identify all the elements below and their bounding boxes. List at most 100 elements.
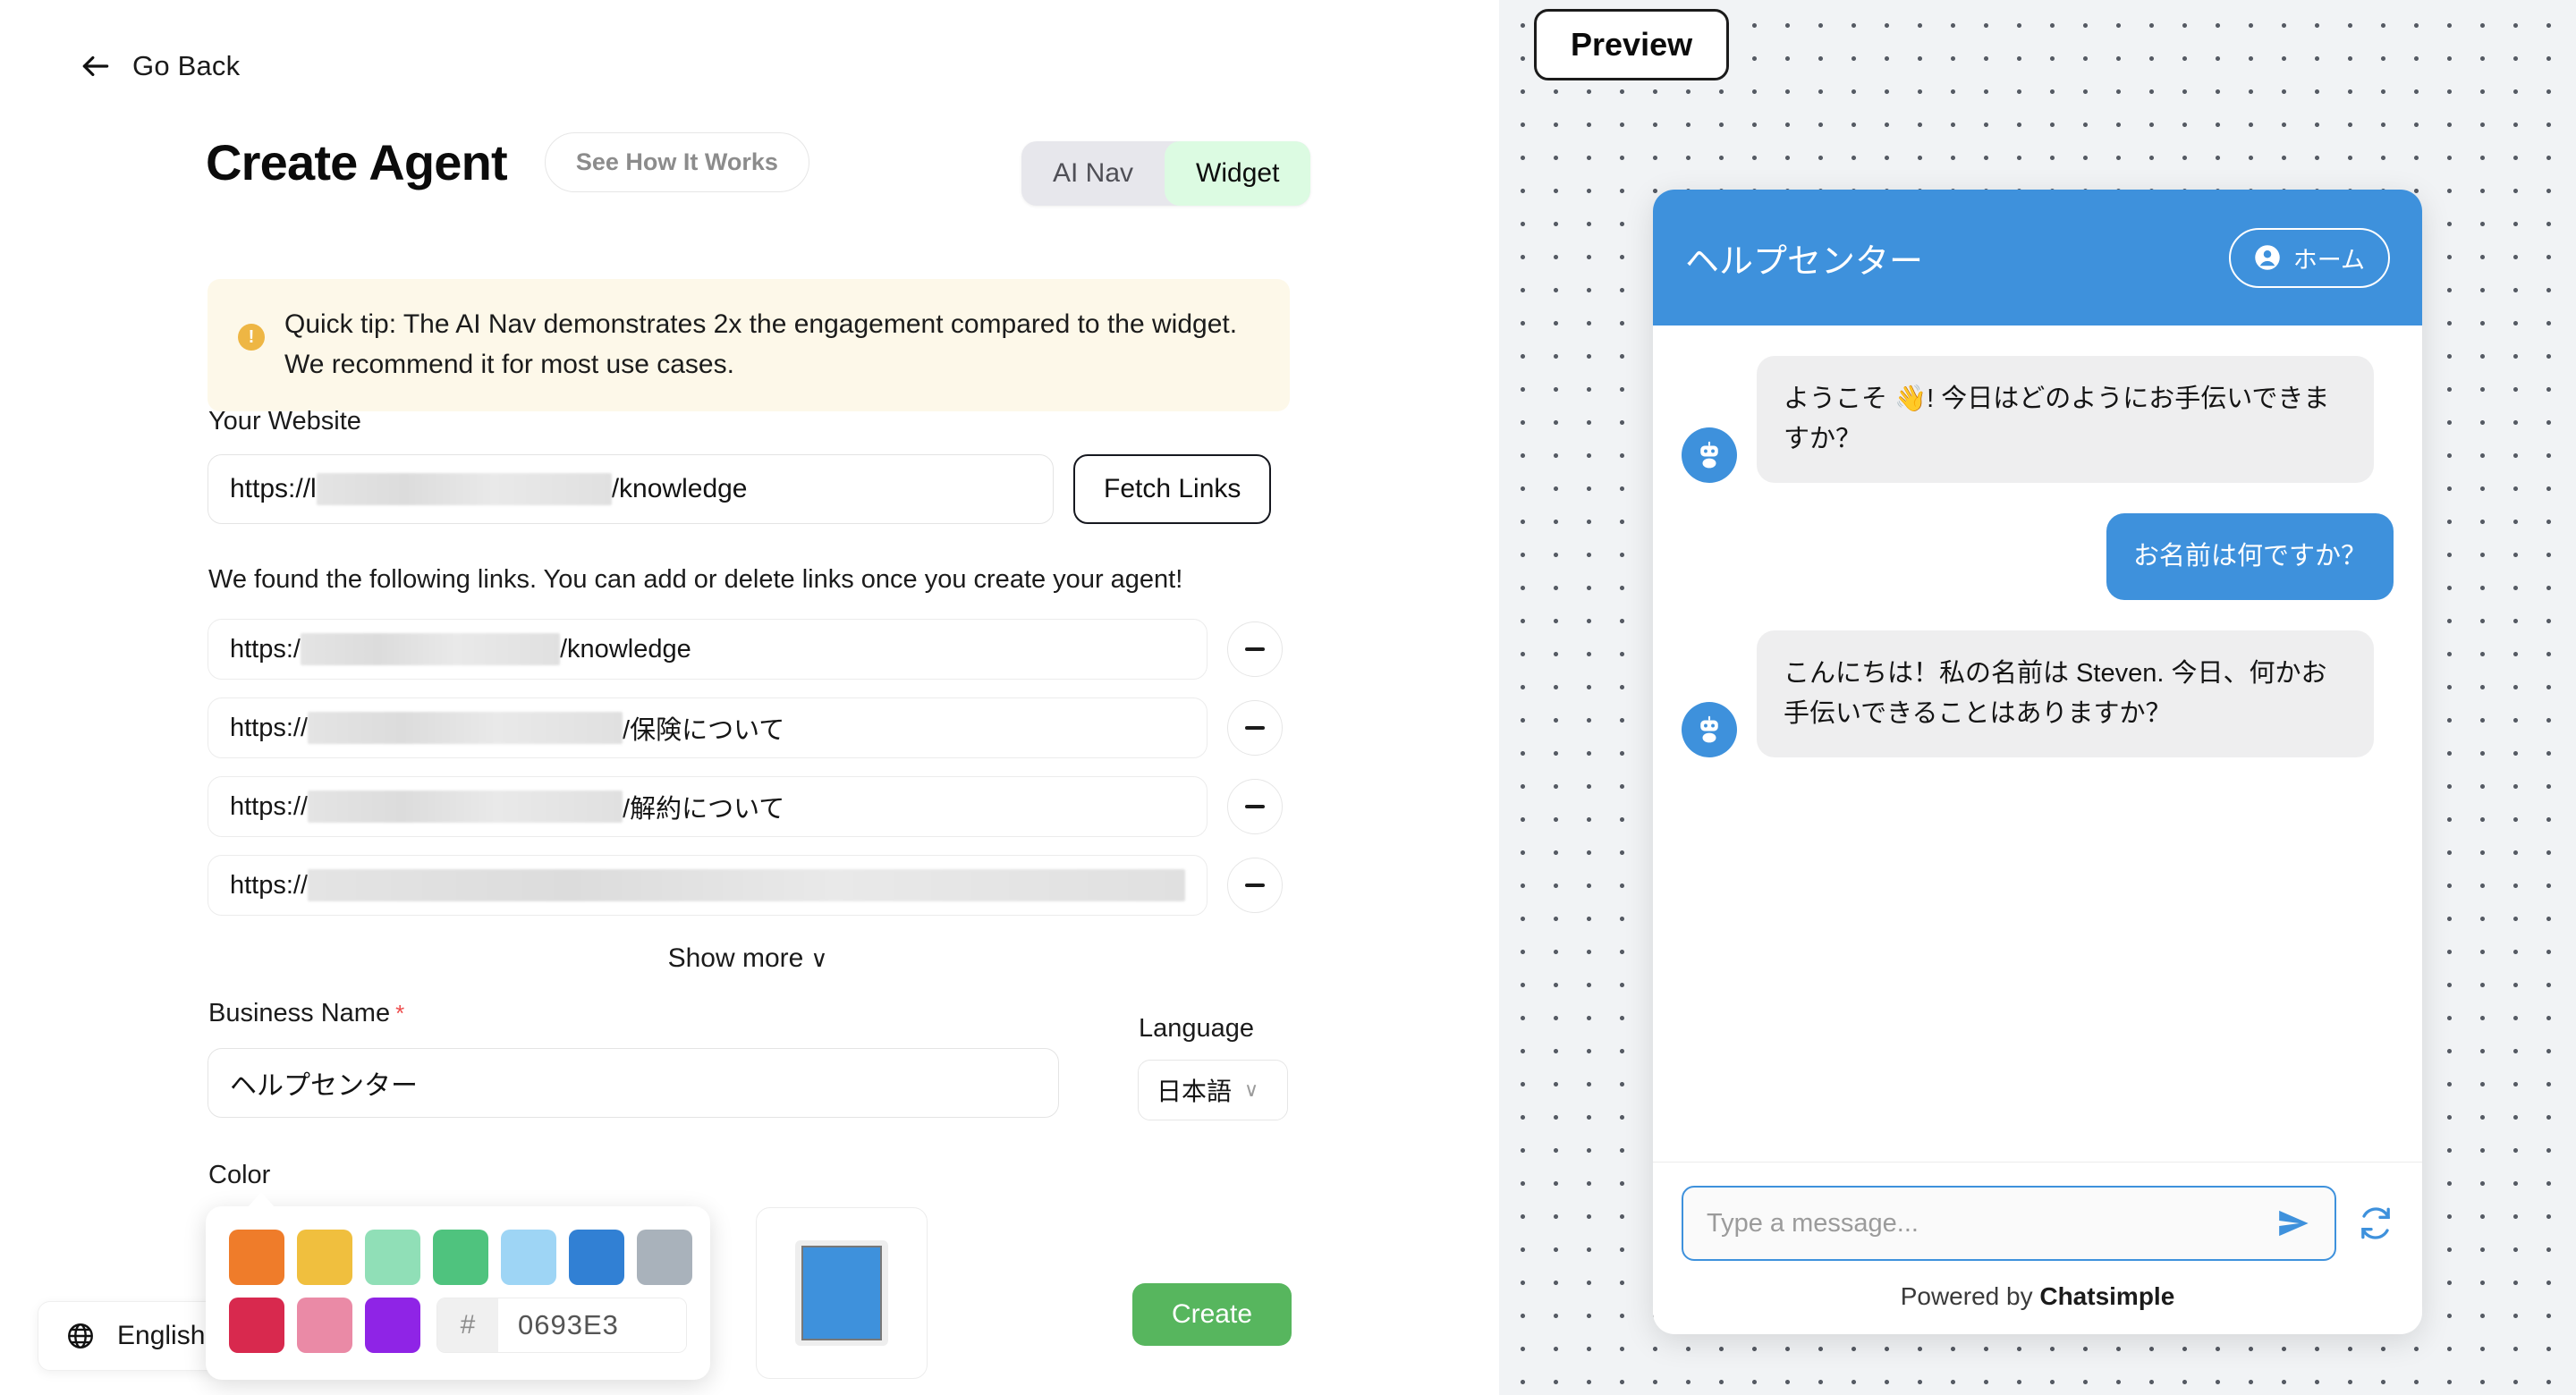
chevron-down-icon: ∨	[1244, 1078, 1259, 1101]
color-swatch[interactable]	[297, 1298, 352, 1353]
color-swatch[interactable]	[365, 1298, 420, 1353]
color-swatch[interactable]	[229, 1230, 284, 1285]
business-name-label-text: Business Name	[208, 999, 391, 1027]
redacted-domain	[308, 869, 1185, 901]
color-preview-frame	[795, 1240, 888, 1346]
color-swatch[interactable]	[297, 1230, 352, 1285]
chat-message-bot: こんにちは！私の名前は Steven. 今日、何かお手伝いできることはありますか…	[1682, 630, 2394, 757]
hash-icon: #	[437, 1298, 498, 1352]
color-swatch-row-2: # 0693E3	[229, 1298, 687, 1353]
chat-bubble: こんにちは！私の名前は Steven. 今日、何かお手伝いできることはありますか…	[1757, 630, 2374, 757]
create-button[interactable]: Create	[1132, 1283, 1292, 1346]
link-prefix: https://	[230, 713, 309, 742]
link-suffix: /knowledge	[560, 634, 691, 664]
link-input[interactable]: https://	[208, 855, 1208, 916]
link-suffix: /解約について	[623, 795, 785, 824]
your-website-label: Your Website	[208, 407, 361, 435]
hex-color-input[interactable]: # 0693E3	[436, 1298, 687, 1353]
chat-input-placeholder: Type a message...	[1707, 1208, 1919, 1238]
link-input[interactable]: https:// /保険について	[208, 698, 1208, 758]
hex-color-value: 0693E3	[498, 1298, 686, 1352]
floating-language-label: English	[117, 1321, 206, 1350]
preview-badge: Preview	[1534, 9, 1730, 80]
agent-mode-toggle[interactable]: AI Nav Widget	[1021, 141, 1311, 206]
language-value: 日本語	[1157, 1078, 1233, 1105]
website-url-input[interactable]: https://l/knowledge	[208, 454, 1054, 524]
redacted-domain	[316, 473, 612, 505]
robot-icon	[1693, 439, 1725, 471]
chevron-down-icon: ∨	[810, 945, 828, 972]
color-picker-popup: # 0693E3	[206, 1206, 710, 1380]
required-marker: *	[395, 1000, 405, 1027]
floating-language-selector[interactable]: English	[38, 1301, 233, 1371]
links-help-text: We found the following links. You can ad…	[208, 565, 1183, 594]
minus-icon[interactable]	[1227, 700, 1283, 756]
link-row: https://	[208, 855, 1283, 916]
minus-icon[interactable]	[1227, 779, 1283, 834]
redacted-domain	[308, 790, 623, 823]
exclamation-icon: !	[238, 324, 265, 351]
refresh-icon[interactable]	[2358, 1205, 2394, 1241]
redacted-domain	[308, 712, 623, 744]
powered-brand: Chatsimple	[2039, 1282, 2175, 1310]
website-url-prefix: https://l	[230, 474, 317, 503]
show-more-label: Show more	[667, 943, 804, 973]
powered-by-label: Powered by Chatsimple	[1682, 1282, 2394, 1311]
language-label: Language	[1139, 1014, 1255, 1043]
website-url-suffix: /knowledge	[611, 474, 748, 503]
avatar	[1682, 701, 1737, 757]
fetch-links-button[interactable]: Fetch Links	[1073, 454, 1272, 524]
link-input[interactable]: https:// /解約について	[208, 776, 1208, 837]
powered-prefix: Powered by	[1900, 1282, 2040, 1310]
quick-tip-banner: ! Quick tip: The AI Nav demonstrates 2x …	[208, 279, 1290, 411]
chat-widget-header: ヘルプセンター ホーム	[1653, 190, 2422, 326]
avatar	[1682, 427, 1737, 483]
page-header: Create Agent See How It Works	[206, 132, 809, 192]
link-input[interactable]: https:/ /knowledge	[208, 619, 1208, 680]
chat-widget-preview: ヘルプセンター ホーム ようこそ 👋! 今日はどのようにお手伝いできますか？ お…	[1653, 190, 2422, 1334]
color-swatch[interactable]	[569, 1230, 624, 1285]
chat-input-row: Type a message...	[1682, 1186, 2394, 1261]
color-swatch[interactable]	[433, 1230, 488, 1285]
color-swatch-row-1	[229, 1230, 692, 1285]
chat-home-button[interactable]: ホーム	[2228, 227, 2390, 288]
chat-message-list: ようこそ 👋! 今日はどのようにお手伝いできますか？ お名前は何ですか？ こんに…	[1653, 326, 2422, 1162]
user-circle-icon	[2254, 244, 2281, 271]
globe-icon	[65, 1321, 96, 1351]
redacted-domain	[301, 633, 560, 665]
send-paper-plane-icon[interactable]	[2275, 1205, 2311, 1241]
chat-message-user: お名前は何ですか？	[1682, 512, 2394, 600]
color-swatch[interactable]	[229, 1298, 284, 1353]
website-url-row: https://l/knowledge Fetch Links	[208, 454, 1272, 524]
tab-widget[interactable]: Widget	[1165, 141, 1311, 206]
see-how-it-works-button[interactable]: See How It Works	[544, 132, 809, 192]
link-prefix: https://	[230, 870, 309, 900]
quick-tip-text: Quick tip: The AI Nav demonstrates 2x th…	[284, 309, 1238, 379]
business-name-input[interactable]: ヘルプセンター	[208, 1048, 1059, 1118]
robot-icon	[1693, 714, 1725, 746]
color-preview-box[interactable]	[756, 1207, 928, 1379]
tab-ai-nav[interactable]: AI Nav	[1021, 141, 1165, 206]
go-back-button[interactable]: Go Back	[79, 49, 240, 83]
color-preview-chip	[801, 1246, 882, 1340]
go-back-label: Go Back	[132, 50, 241, 81]
preview-panel: Preview ヘルプセンター ホーム ようこそ 👋! 今日はどのようにお手伝い…	[1499, 0, 2576, 1395]
link-suffix: /保険について	[623, 716, 785, 745]
color-swatch[interactable]	[365, 1230, 420, 1285]
minus-icon[interactable]	[1227, 858, 1283, 913]
link-prefix: https:/	[230, 634, 301, 664]
arrow-left-icon	[79, 49, 113, 83]
show-more-button[interactable]: Show more ∨	[208, 943, 1288, 974]
color-label: Color	[208, 1161, 271, 1189]
chat-bubble: お名前は何ですか？	[2106, 512, 2394, 600]
chat-message-input[interactable]: Type a message...	[1682, 1186, 2336, 1261]
color-swatch[interactable]	[637, 1230, 692, 1285]
chat-home-label: ホーム	[2292, 246, 2365, 274]
chat-input-area: Type a message... Powered by Chatsimple	[1653, 1162, 2422, 1334]
minus-icon[interactable]	[1227, 621, 1283, 677]
chat-widget-title: ヘルプセンター	[1685, 242, 1924, 281]
language-select[interactable]: 日本語 ∨	[1138, 1060, 1288, 1120]
color-swatch[interactable]	[501, 1230, 556, 1285]
chat-bubble: ようこそ 👋! 今日はどのようにお手伝いできますか？	[1757, 356, 2374, 483]
business-name-label: Business Name *	[208, 999, 404, 1028]
